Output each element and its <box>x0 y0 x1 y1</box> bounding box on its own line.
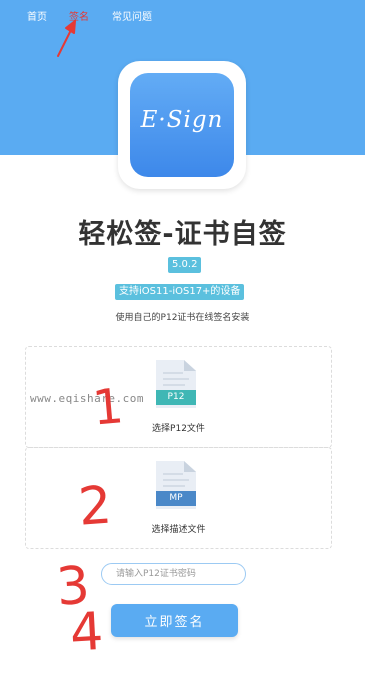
annotation-4: 4 <box>69 602 105 664</box>
red-annotations: 1 2 3 4 <box>54 20 126 664</box>
annotation-1: 1 <box>90 378 125 436</box>
red-arrow-head <box>65 20 76 34</box>
annotation-2: 2 <box>76 476 113 538</box>
